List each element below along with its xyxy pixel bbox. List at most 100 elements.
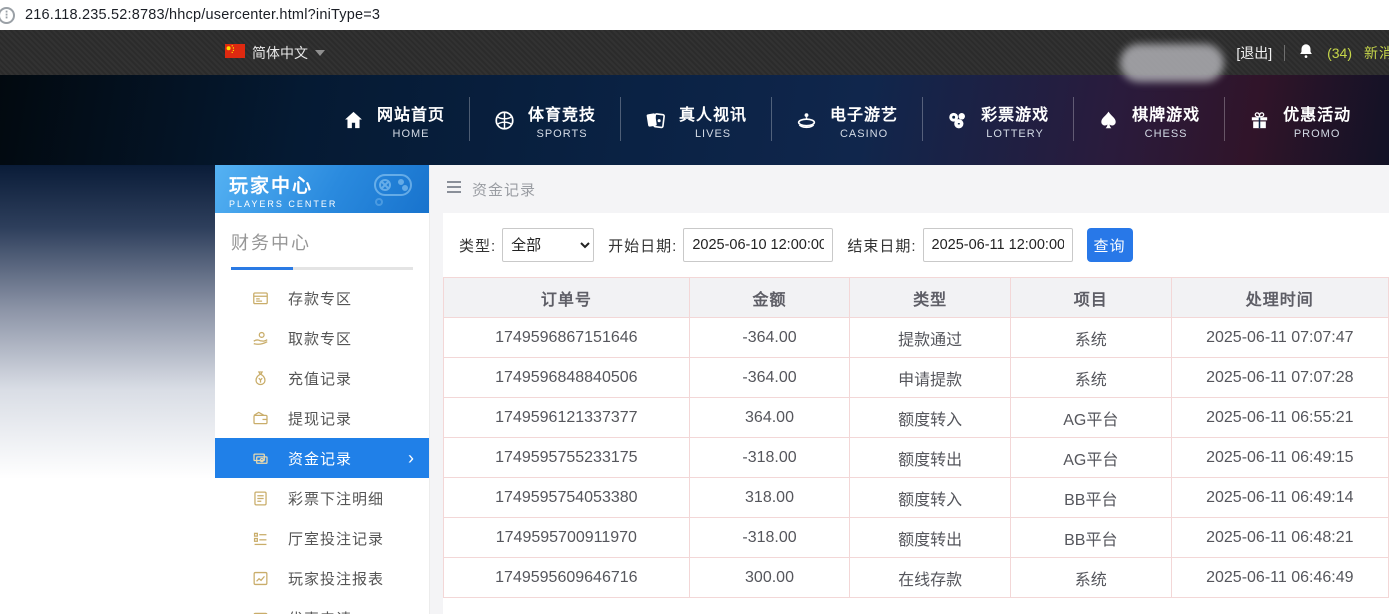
table-cell: 2025-06-11 06:46:49 [1171,558,1388,598]
nav-label-zh: 彩票游戏 [981,101,1049,125]
table-cell: 1749596121337377 [444,398,690,438]
username-redacted [1120,44,1224,82]
nav-label-zh: 网站首页 [377,101,445,125]
nav-item-casino[interactable]: 电子游艺 CASINO [771,95,922,146]
sidebar-header: 玩家中心 PLAYERS CENTER [215,165,429,213]
nav-label-en: SPORTS [537,128,588,140]
table-cell: BB平台 [1010,518,1171,558]
bell-icon[interactable] [1297,42,1315,63]
table-cell: 300.00 [689,558,850,598]
table-cell: 系统 [1010,558,1171,598]
sidebar: 玩家中心 PLAYERS CENTER 财务中心 存款专区›取款专区›充值记录›… [215,165,430,614]
sidebar-item[interactable]: 存款专区› [215,278,429,318]
topbar: 简体中文 [退出] (34) 新消息 [0,30,1389,75]
table-cell: 2025-06-11 07:07:28 [1171,358,1388,398]
sidebar-item[interactable]: 资金记录› [215,438,429,478]
nav-label-en: PROMO [1294,128,1341,140]
sidebar-item[interactable]: 彩票下注明细› [215,478,429,518]
table-cell: 提款通过 [850,318,1011,358]
table-cell: AG平台 [1010,398,1171,438]
sidebar-item[interactable]: 取款专区› [215,318,429,358]
table-row: 1749596867151646-364.00提款通过系统2025-06-11 … [444,318,1389,358]
nav-label-en: CHESS [1145,128,1188,140]
table-header-row: 订单号金额类型项目处理时间 [444,278,1389,318]
background-gradient [0,165,215,614]
end-date-input[interactable] [923,228,1073,262]
url-text[interactable]: 216.118.235.52:8783/hhcp/usercenter.html… [25,7,380,23]
game-controller-icon [365,169,421,213]
section-title: 财务中心 [231,229,413,255]
sidebar-item[interactable]: 厅室投注记录› [215,518,429,558]
spade-icon [1097,109,1120,132]
sidebar-item-label: 取款专区 [288,328,352,349]
search-button[interactable]: 查询 [1087,228,1133,262]
table-cell: 系统 [1010,358,1171,398]
table-cell: 申请提款 [850,358,1011,398]
nav-label-zh: 电子游艺 [830,101,898,125]
table-cell: 系统 [1010,318,1171,358]
nav-item-sports[interactable]: 体育竞技SPORTS [469,95,620,146]
section-underline [231,267,413,270]
divider [1284,45,1285,61]
start-date-label: 开始日期: [608,235,677,256]
deposit-icon [250,289,270,308]
message-count[interactable]: (34) [1327,45,1352,61]
table-cell: 在线存款 [850,558,1011,598]
type-select[interactable]: 全部 [502,228,594,262]
hamburger-icon[interactable] [446,180,462,198]
sidebar-item-label: 优惠申请 [288,608,352,614]
table-cell: -318.00 [689,438,850,478]
sidebar-item[interactable]: 充值记录› [215,358,429,398]
logout-link[interactable]: [退出] [1236,43,1272,63]
sidebar-item[interactable]: 优惠申请› [215,598,429,614]
funds-records-table: 订单号金额类型项目处理时间 1749596867151646-364.00提款通… [443,277,1389,598]
table-row: 1749596848840506-364.00申请提款系统2025-06-11 … [444,358,1389,398]
language-selector[interactable]: 简体中文 [225,43,325,63]
funds-records-icon [250,449,270,468]
nav-item-chess[interactable]: 棋牌游戏 CHESS [1073,95,1224,146]
main-nav: 网站首页 HOME 体育竞技SPORTS真人视讯LIVES 电子游艺 CASINO 彩票游… [0,75,1389,165]
sidebar-item[interactable]: 提现记录› [215,398,429,438]
nav-item-lives[interactable]: 真人视讯LIVES [620,95,771,146]
page: ⋮ 216.118.235.52:8783/hhcp/usercenter.ht… [0,0,1389,614]
sidebar-item-label: 提现记录 [288,408,352,429]
table-cell: -364.00 [689,318,850,358]
home-icon [342,109,365,132]
table-cell: 1749595609646716 [444,558,690,598]
table-header-cell: 订单号 [444,278,690,318]
table-cell: 364.00 [689,398,850,438]
browser-address-bar: ⋮ 216.118.235.52:8783/hhcp/usercenter.ht… [0,0,1389,30]
report-icon [250,569,270,588]
withdrawal-records-icon [250,409,270,428]
message-label[interactable]: 新消息 [1364,43,1389,63]
hall-bets-icon [250,529,270,548]
end-date-label: 结束日期: [847,235,916,256]
table-cell: 额度转出 [850,518,1011,558]
sidebar-section: 财务中心 [215,213,429,270]
sports-ball-icon [493,109,516,132]
table-row: 1749595754053380318.00额度转入BB平台2025-06-11… [444,478,1389,518]
gift-icon [1248,109,1271,132]
nav-label-en: HOME [393,128,430,140]
table-cell: 2025-06-11 07:07:47 [1171,318,1388,358]
table-cell: 1749596848840506 [444,358,690,398]
sidebar-item-label: 玩家投注报表 [288,568,384,589]
nav-item-promo[interactable]: 优惠活动PROMO [1224,95,1375,146]
nav-item-home[interactable]: 网站首页 HOME [318,95,469,146]
table-row: 1749595700911970-318.00额度转出BB平台2025-06-1… [444,518,1389,558]
table-cell: 318.00 [689,478,850,518]
nav-label-zh: 棋牌游戏 [1132,101,1200,125]
start-date-input[interactable] [683,228,833,262]
table-cell: 2025-06-11 06:48:21 [1171,518,1388,558]
withdraw-icon [250,329,270,348]
nav-item-lottery[interactable]: 彩票游戏LOTTERY [922,95,1073,146]
site-info-icon[interactable]: ⋮ [0,7,15,24]
cards-icon [644,109,667,132]
nav-label-en: CASINO [840,128,888,140]
table-header-cell: 金额 [689,278,850,318]
filter-bar: 类型: 全部 开始日期: 结束日期: 查询 [443,213,1389,277]
table-cell: AG平台 [1010,438,1171,478]
sidebar-item[interactable]: 玩家投注报表› [215,558,429,598]
nav-label-zh: 真人视讯 [679,101,747,125]
table-cell: 额度转入 [850,398,1011,438]
